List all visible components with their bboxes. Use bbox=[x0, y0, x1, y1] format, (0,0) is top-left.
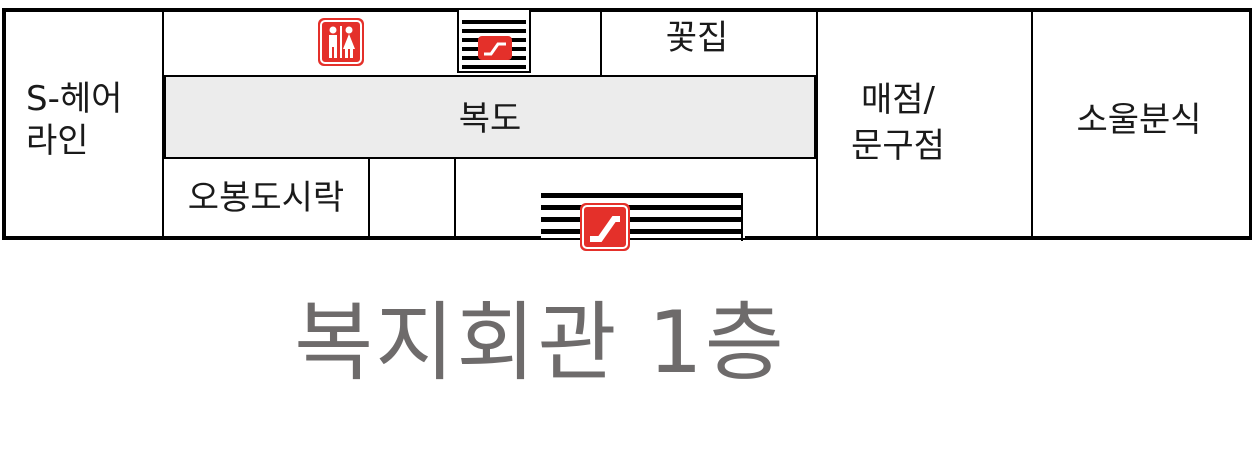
room-hair-salon-label-line2: 라인 bbox=[26, 121, 89, 161]
stair-line bbox=[541, 217, 743, 222]
stair-line bbox=[541, 229, 743, 234]
room-store-label-line1: 매점/ bbox=[860, 80, 935, 120]
corridor-label: 복도 bbox=[458, 99, 522, 139]
room-lunchbox-label: 오봉도시락 bbox=[187, 178, 345, 218]
stair-line bbox=[541, 193, 743, 198]
room-hair-salon-label-line1: S-헤어 bbox=[26, 79, 123, 119]
wall-small-room-right bbox=[454, 159, 456, 236]
room-flower-shop-label: 꽃집 bbox=[665, 18, 729, 58]
stair-end bbox=[741, 193, 743, 241]
wall-store-left bbox=[816, 8, 818, 236]
room-snack-bar-label: 소울분식 bbox=[1076, 100, 1202, 140]
restroom-icon[interactable] bbox=[318, 18, 364, 66]
room-store-label-line2: 문구점 bbox=[851, 126, 945, 166]
floor-title: 복지회관 1층 bbox=[294, 293, 786, 393]
escalator-icon[interactable] bbox=[478, 36, 512, 60]
escalator-icon[interactable] bbox=[580, 203, 630, 251]
wall-lunchbox-right bbox=[368, 159, 370, 236]
stair-line bbox=[541, 205, 743, 210]
